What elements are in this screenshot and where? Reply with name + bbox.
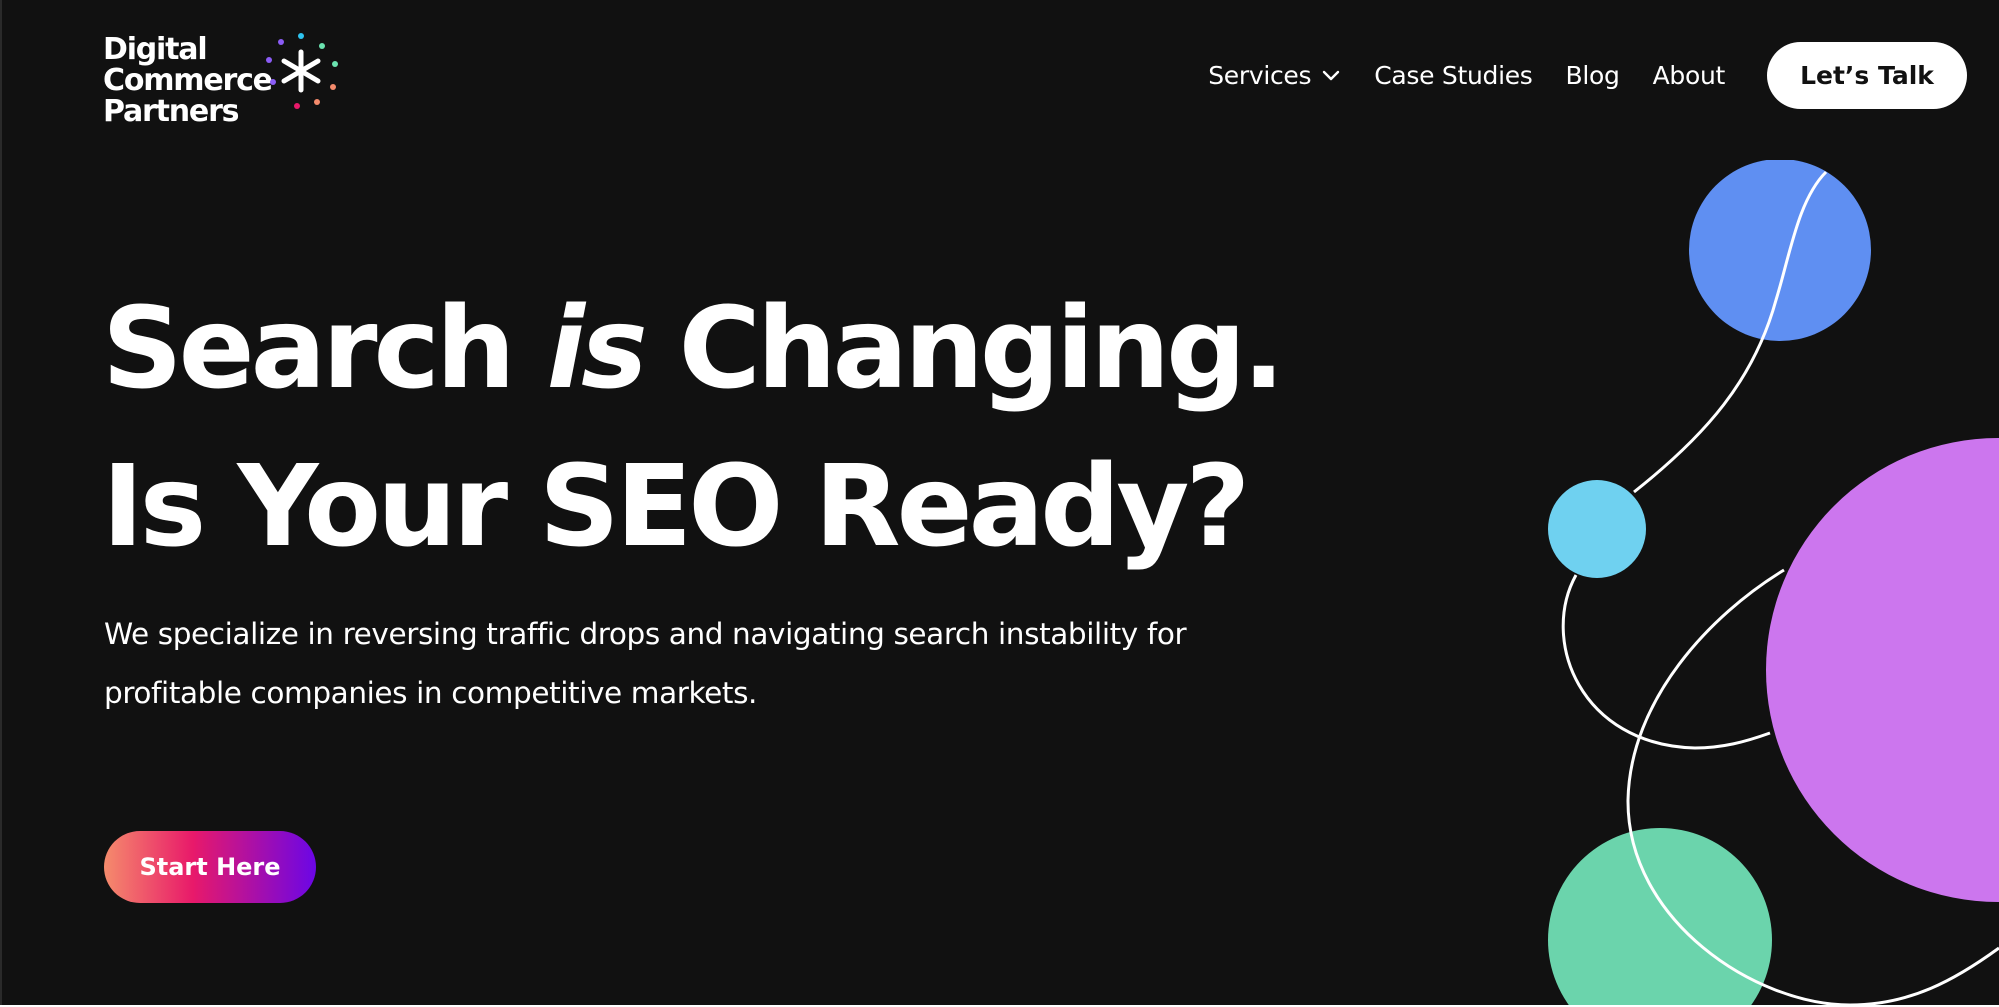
main-nav: Services Case Studies Blog About Let’s T… (1208, 40, 1967, 110)
hero-section: Digital Commerce Partners Services Case … (0, 0, 1999, 1005)
headline-line-1: Search is Changing. (102, 270, 1285, 428)
brand-logo[interactable]: Digital Commerce Partners (103, 30, 343, 140)
headline-word-search: Search (102, 284, 516, 414)
headline-word-changing: Changing. (678, 284, 1285, 414)
logo-line-3: Partners (103, 94, 240, 129)
logo-wordmark: Digital Commerce Partners (103, 32, 273, 129)
start-here-button[interactable]: Start Here (104, 831, 316, 903)
page: Digital Commerce Partners Services Case … (0, 0, 1999, 1007)
chevron-down-icon (1323, 70, 1340, 81)
lets-talk-button[interactable]: Let’s Talk (1767, 41, 1967, 109)
green-circle (1548, 828, 1772, 1005)
sparkle-icon (266, 33, 338, 109)
cyan-circle (1548, 480, 1646, 578)
headline-line-2: Is Your SEO Ready? (102, 442, 1250, 572)
hero-subtext: We specialize in reversing traffic drops… (104, 617, 1187, 710)
logo-line-1: Digital (103, 32, 208, 67)
purple-circle (1766, 438, 1999, 902)
page-edge (0, 0, 2, 1005)
nav-services-label: Services (1208, 60, 1312, 90)
nav-about[interactable]: About (1653, 61, 1726, 90)
blue-circle (1689, 160, 1871, 341)
headline-word-is: is (546, 284, 648, 414)
nav-services[interactable]: Services (1208, 61, 1341, 90)
logo-line-2: Commerce (103, 63, 273, 98)
hero-headline: Search is Changing. Is Your SEO Ready? (102, 270, 1285, 586)
nav-blog[interactable]: Blog (1566, 61, 1620, 90)
nav-case-studies[interactable]: Case Studies (1374, 61, 1533, 90)
decorative-circles-illustration (1548, 160, 1999, 1005)
